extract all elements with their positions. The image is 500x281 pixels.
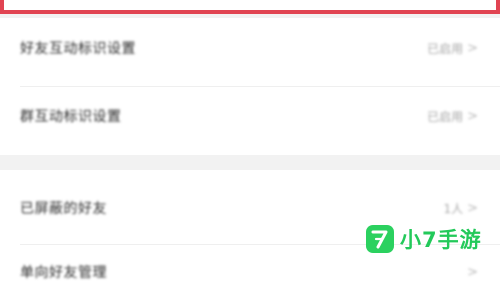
row-right: 1人 > xyxy=(443,200,478,217)
settings-screen: 好友互动标识设置 已启用 > 群互动标识设置 已启用 > 已屏蔽的好友 1人 >… xyxy=(0,0,500,281)
row-status-value: 已启用 xyxy=(427,109,464,124)
brand-watermark: 小7手游 xyxy=(366,224,482,254)
chevron-right-icon: > xyxy=(467,200,478,216)
settings-group-interaction-marks: 好友互动标识设置 已启用 > 群互动标识设置 已启用 > xyxy=(0,18,500,155)
watermark-brand-text: 小7手游 xyxy=(400,228,482,252)
row-label: 好友互动标识设置 xyxy=(20,41,136,57)
group-interaction-mark-settings-row[interactable]: 群互动标识设置 已启用 > xyxy=(0,96,500,136)
highlighted-row-frame xyxy=(0,0,500,14)
row-label: 群互动标识设置 xyxy=(20,109,122,125)
chevron-right-icon: > xyxy=(467,108,478,124)
row-divider xyxy=(20,86,500,87)
chevron-right-icon: > xyxy=(467,40,478,56)
row-right: > xyxy=(463,266,478,279)
row-label: 已屏蔽的好友 xyxy=(20,201,107,217)
row-right: 已启用 > xyxy=(427,40,478,57)
number-7-icon xyxy=(366,225,394,253)
row-count-value: 1人 xyxy=(443,201,464,216)
row-right: 已启用 > xyxy=(427,108,478,125)
one-way-friends-management-row[interactable]: 单向好友管理 > xyxy=(0,252,500,281)
friend-interaction-mark-settings-row[interactable]: 好友互动标识设置 已启用 > xyxy=(0,28,500,68)
row-status-value: 已启用 xyxy=(427,41,464,56)
row-label: 单向好友管理 xyxy=(20,265,107,281)
chevron-right-icon: > xyxy=(467,264,478,280)
blocked-friends-row[interactable]: 已屏蔽的好友 1人 > xyxy=(0,188,500,228)
